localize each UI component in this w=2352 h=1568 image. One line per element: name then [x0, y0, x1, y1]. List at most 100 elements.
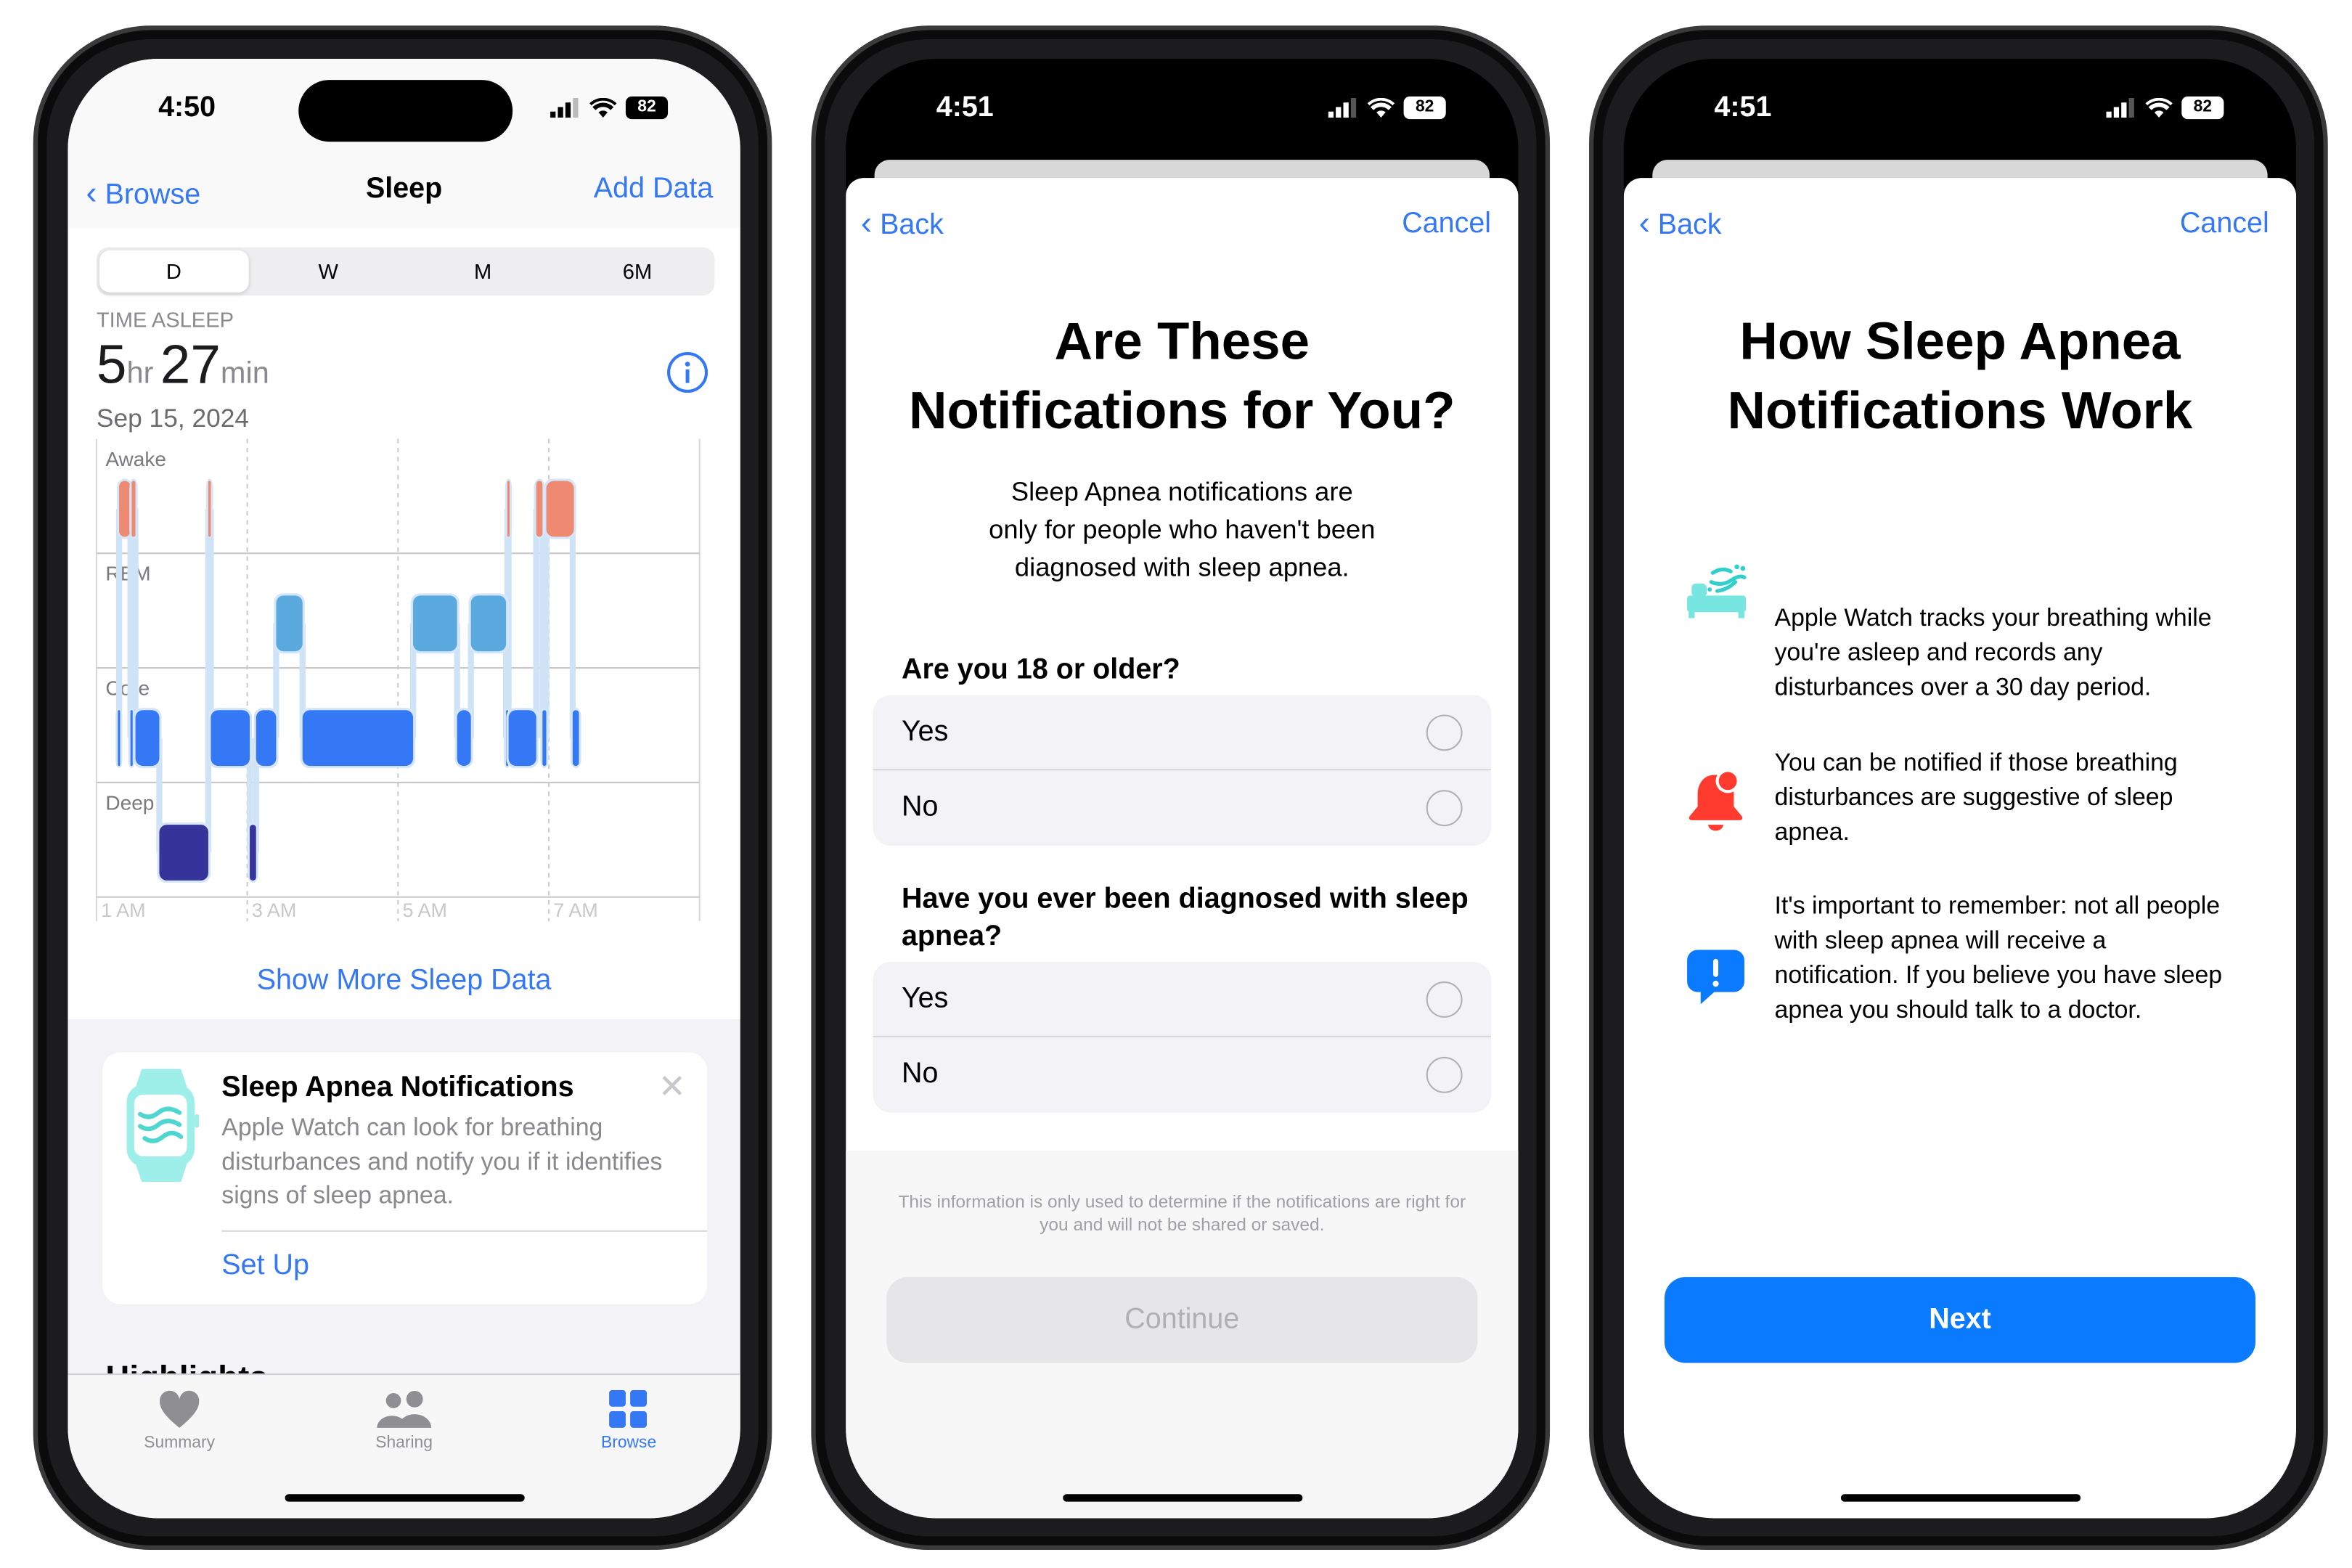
option-label: Yes — [901, 715, 949, 748]
segment-6month[interactable]: 6M — [563, 250, 712, 293]
grid-icon — [609, 1389, 647, 1428]
set-up-button[interactable]: Set Up — [221, 1250, 309, 1283]
tab-summary[interactable]: Summary — [104, 1390, 255, 1452]
sleep-segment-rem — [276, 595, 303, 652]
range-segmented-control[interactable]: D W M 6M — [96, 247, 715, 296]
wifi-icon — [2145, 97, 2173, 118]
title-line-2: Notifications for You? — [909, 381, 1455, 441]
radio-button[interactable] — [1426, 981, 1463, 1017]
cancel-button[interactable]: Cancel — [2180, 208, 2269, 242]
sleep-segment-core — [542, 710, 547, 767]
battery-indicator: 82 — [625, 96, 669, 120]
footer-area: This information is only used to determi… — [846, 1150, 1519, 1519]
sleep-segment-awake — [119, 481, 131, 537]
cancel-button[interactable]: Cancel — [1402, 208, 1491, 242]
privacy-footnote: This information is only used to determi… — [898, 1191, 1466, 1235]
info-icon[interactable] — [666, 351, 709, 393]
info-item-tracking: Apple Watch tracks your breathing while … — [1774, 604, 2212, 701]
tab-browse[interactable]: Browse — [553, 1389, 704, 1453]
sleep-segment-core — [130, 710, 133, 767]
sleep-segment-rem — [413, 595, 457, 652]
status-time: 4:51 — [936, 91, 994, 124]
dynamic-island — [1076, 80, 1291, 142]
info-item-disclaimer: It's important to remember: not all peop… — [1774, 892, 2223, 1024]
back-button[interactable]: ‹ Back — [861, 203, 944, 242]
dynamic-island — [1854, 80, 2069, 142]
status-time: 4:51 — [1714, 91, 1772, 124]
wifi-icon — [589, 97, 617, 118]
status-icons: 82 — [550, 96, 669, 120]
signal-icon — [1328, 97, 1357, 118]
sleep-segment-awake — [546, 481, 574, 537]
next-button[interactable]: Next — [1664, 1277, 2256, 1363]
people-icon — [377, 1390, 431, 1428]
back-label: Back — [1657, 209, 1722, 242]
card-title: Sleep Apnea Notifications — [221, 1071, 574, 1104]
minutes-unit: min — [220, 357, 269, 391]
status-icons: 82 — [2106, 96, 2224, 120]
segment-day[interactable]: D — [99, 250, 248, 293]
x-tick-label: 1 AM — [101, 899, 146, 921]
phone-how-it-works: 4:51 82 ‹ Back Cancel How Sleep Apnea No… — [1589, 25, 2328, 1551]
home-indicator[interactable] — [1063, 1494, 1303, 1502]
back-label: Back — [880, 209, 944, 242]
sleep-segment-awake — [507, 481, 510, 537]
tab-label: Sharing — [375, 1434, 433, 1453]
option-age-yes[interactable]: Yes — [873, 695, 1492, 771]
sleep-stages-chart: 1 AM3 AM5 AM7 AMAwakeREMCoreDeep — [95, 438, 701, 921]
intro-line: only for people who haven't been — [989, 514, 1376, 544]
x-tick-label: 5 AM — [403, 899, 448, 921]
screen: 4:50 82 ‹ Browse Sleep Add Data D W M 6M… — [68, 58, 740, 1519]
sleep-segment-awake — [131, 481, 136, 537]
sleep-segment-core — [302, 710, 414, 767]
screen: 4:51 82 ‹ Back Cancel Are These Notifica… — [846, 58, 1519, 1519]
back-button[interactable]: ‹ Back — [1639, 203, 1722, 242]
sleep-apnea-card: Sleep Apnea Notifications ✕ Apple Watch … — [102, 1052, 708, 1304]
tab-sharing[interactable]: Sharing — [329, 1390, 480, 1452]
radio-button[interactable] — [1426, 714, 1463, 751]
x-tick-label: 7 AM — [553, 899, 598, 921]
wifi-icon — [1367, 97, 1395, 118]
tab-label: Browse — [600, 1434, 657, 1453]
radio-button[interactable] — [1426, 1056, 1463, 1093]
radio-button[interactable] — [1426, 790, 1463, 827]
x-tick-label: 3 AM — [252, 899, 296, 921]
info-item-notification: You can be notified if those breathing d… — [1774, 749, 2178, 846]
sleep-segment-core — [118, 710, 121, 767]
sleep-segment-deep — [159, 825, 208, 881]
screen: 4:51 82 ‹ Back Cancel How Sleep Apnea No… — [1623, 58, 2297, 1519]
show-more-sleep-data-link[interactable]: Show More Sleep Data — [68, 965, 740, 998]
modal-sheet: ‹ Back Cancel Are These Notifications fo… — [846, 178, 1519, 1519]
time-asleep-value: 5hr 27min — [97, 333, 269, 396]
time-asleep-label: TIME ASLEEP — [96, 307, 234, 332]
home-indicator[interactable] — [1840, 1494, 2081, 1502]
phone-eligibility: 4:51 82 ‹ Back Cancel Are These Notifica… — [811, 25, 1551, 1551]
intro-line: diagnosed with sleep apnea. — [1014, 552, 1349, 582]
question-age: Are you 18 or older? — [901, 654, 1180, 686]
sleep-segment-core — [508, 710, 536, 767]
tab-label: Summary — [144, 1434, 216, 1453]
minutes-value: 27 — [160, 332, 221, 396]
question-diagnosed: Have you ever been diagnosed with sleep … — [901, 883, 1469, 953]
sleep-segment-awake — [536, 481, 543, 537]
sleep-segment-rem — [470, 595, 507, 652]
title-line-1: Are These — [1054, 311, 1310, 371]
option-diagnosed-no[interactable]: No — [873, 1037, 1492, 1113]
intro-line: Sleep Apnea notifications are — [1010, 476, 1353, 507]
status-time: 4:50 — [158, 91, 216, 124]
continue-button[interactable]: Continue — [886, 1277, 1478, 1363]
segment-week[interactable]: W — [254, 250, 403, 293]
stage-label: Awake — [105, 448, 166, 470]
add-data-button[interactable]: Add Data — [594, 173, 714, 207]
battery-indicator: 82 — [1403, 96, 1446, 120]
sleep-panel: D W M 6M TIME ASLEEP 5hr 27min Sep 15, 2… — [68, 227, 740, 1019]
option-diagnosed-yes[interactable]: Yes — [873, 962, 1492, 1037]
segment-month[interactable]: M — [409, 250, 558, 293]
sleep-segment-core — [457, 710, 471, 767]
option-age-no[interactable]: No — [873, 770, 1492, 846]
sleep-segment-deep — [250, 825, 256, 881]
sleep-segment-core — [256, 710, 277, 767]
close-icon[interactable]: ✕ — [658, 1067, 686, 1106]
bed-breathing-icon — [1687, 564, 1747, 618]
home-indicator[interactable] — [285, 1494, 525, 1502]
